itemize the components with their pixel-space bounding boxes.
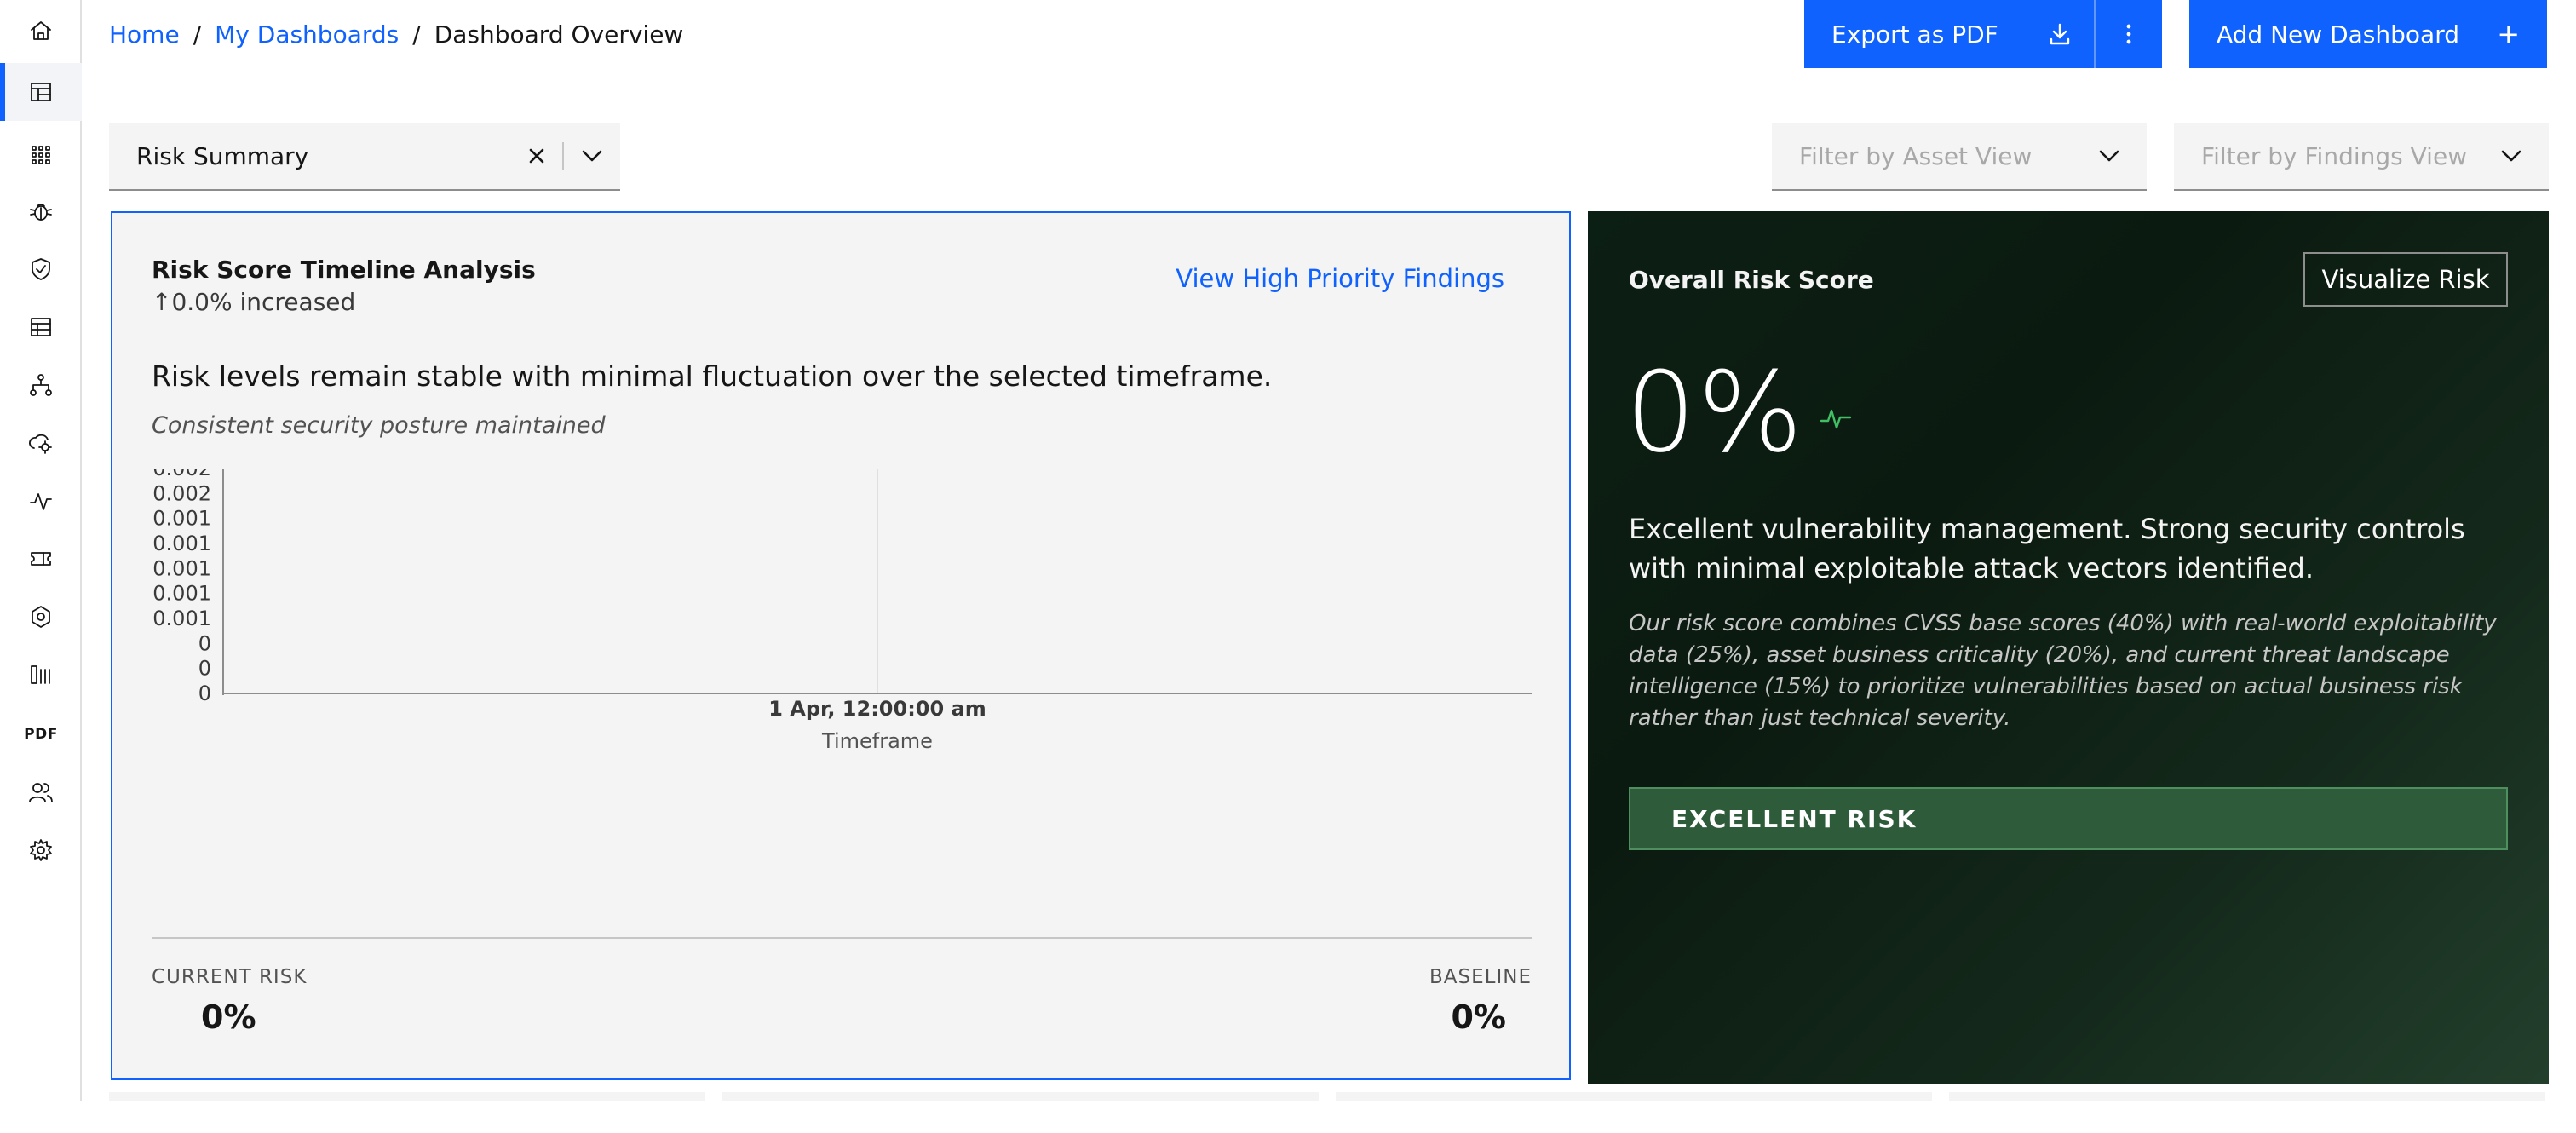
visualize-risk-button[interactable]: Visualize Risk bbox=[2303, 252, 2508, 307]
y-tick-label: 0.001 bbox=[152, 532, 211, 555]
add-new-dashboard-button[interactable]: Add New Dashboard + bbox=[2189, 0, 2547, 68]
risk-timeline-card: Risk Score Timeline Analysis ↑0.0% incre… bbox=[111, 211, 1571, 1080]
cloud-settings-icon bbox=[29, 434, 52, 454]
overall-risk-card: Overall Risk Score Visualize Risk 0% Exc… bbox=[1588, 211, 2549, 1084]
y-tick-label: 0.001 bbox=[152, 556, 211, 580]
report-bars-icon bbox=[31, 665, 50, 684]
sidebar-item-home[interactable] bbox=[0, 2, 82, 60]
y-tick-label: 0.002 bbox=[152, 469, 211, 480]
close-icon bbox=[529, 148, 544, 164]
y-tick-label: 0.001 bbox=[152, 582, 211, 606]
bug-icon bbox=[30, 204, 52, 221]
next-card-edge bbox=[109, 1092, 705, 1101]
sidebar-item-apps[interactable] bbox=[0, 126, 82, 184]
breadcrumb-current: Dashboard Overview bbox=[434, 20, 684, 49]
export-options-button[interactable] bbox=[2094, 0, 2162, 68]
breadcrumb-separator: / bbox=[193, 20, 202, 49]
baseline-label: BASELINE bbox=[1429, 966, 1532, 988]
add-new-dashboard-label: Add New Dashboard bbox=[2217, 20, 2459, 49]
y-tick-label: 0 bbox=[198, 631, 211, 655]
view-high-priority-findings-link[interactable]: View High Priority Findings bbox=[1176, 264, 1504, 293]
x-tick-label: 1 Apr, 12:00:00 am bbox=[768, 697, 986, 721]
apps-grid-icon bbox=[32, 146, 50, 164]
chevron-down-icon bbox=[2099, 150, 2119, 162]
settings-icon bbox=[30, 839, 52, 861]
card-description: Risk levels remain stable with minimal f… bbox=[152, 359, 1273, 393]
network-tree-icon bbox=[30, 374, 52, 396]
card-title: Risk Score Timeline Analysis bbox=[152, 256, 536, 284]
next-card-edge bbox=[722, 1092, 1319, 1101]
sidebar: PDF bbox=[0, 0, 82, 1101]
users-icon bbox=[29, 783, 53, 802]
card-divider bbox=[152, 937, 1532, 939]
sidebar-item-topology[interactable] bbox=[0, 356, 82, 414]
export-pdf-label: Export as PDF bbox=[1831, 20, 1998, 49]
target-icon bbox=[32, 606, 50, 628]
y-tick-label: 0.002 bbox=[152, 481, 211, 505]
add-icon: + bbox=[2497, 18, 2520, 50]
overflow-menu-icon bbox=[2126, 24, 2131, 44]
card-subtitle: Consistent security posture maintained bbox=[152, 412, 606, 439]
sidebar-item-users[interactable] bbox=[0, 763, 82, 821]
export-pdf-button[interactable]: Export as PDF bbox=[1804, 0, 2094, 68]
trend-sparkline-icon bbox=[1820, 409, 1852, 429]
sidebar-item-vulnerabilities[interactable] bbox=[0, 182, 82, 240]
breadcrumb-separator: / bbox=[412, 20, 421, 49]
table-icon bbox=[31, 318, 51, 336]
sidebar-item-automation[interactable] bbox=[0, 414, 82, 472]
next-card-edge bbox=[1949, 1092, 2545, 1101]
sidebar-item-pdf[interactable]: PDF bbox=[0, 705, 82, 763]
download-icon bbox=[2026, 0, 2094, 68]
pdf-icon: PDF bbox=[24, 726, 58, 743]
risk-delta: ↑0.0% increased bbox=[152, 288, 356, 316]
risk-description: Excellent vulnerability management. Stro… bbox=[1629, 513, 2465, 584]
home-icon bbox=[31, 21, 51, 40]
baseline-value: 0% bbox=[1451, 998, 1506, 1036]
risk-card-title: Overall Risk Score bbox=[1629, 266, 1874, 294]
y-tick-label: 0 bbox=[198, 682, 211, 705]
sidebar-item-tickets[interactable] bbox=[0, 530, 82, 588]
risk-timeline-chart: 0.0020.0020.0010.0010.0010.0010.001000 1… bbox=[152, 469, 1532, 753]
risk-methodology-note: Our risk score combines CVSS base scores… bbox=[1629, 611, 2497, 731]
y-tick-label: 0.001 bbox=[152, 607, 211, 630]
asset-view-filter[interactable]: Filter by Asset View bbox=[1772, 123, 2147, 191]
asset-view-placeholder: Filter by Asset View bbox=[1799, 141, 2033, 170]
clear-selection-button[interactable] bbox=[511, 122, 562, 190]
sidebar-item-activity[interactable] bbox=[0, 472, 82, 530]
chevron-down-icon bbox=[582, 150, 602, 162]
shield-check-icon bbox=[32, 258, 50, 280]
y-tick-label: 0 bbox=[198, 657, 211, 681]
dashboard-icon bbox=[31, 83, 51, 101]
y-tick-label: 0.001 bbox=[152, 507, 211, 531]
breadcrumb: Home / My Dashboards / Dashboard Overvie… bbox=[109, 17, 683, 51]
findings-view-placeholder: Filter by Findings View bbox=[2201, 141, 2468, 170]
sidebar-item-assets[interactable] bbox=[0, 298, 82, 356]
x-axis-label: Timeframe bbox=[821, 729, 933, 753]
chevron-down-icon bbox=[2501, 150, 2521, 162]
dashboard-select[interactable]: Risk Summary bbox=[109, 123, 620, 191]
sidebar-item-settings[interactable] bbox=[0, 821, 82, 879]
sidebar-item-compliance[interactable] bbox=[0, 240, 82, 298]
sidebar-item-threats[interactable] bbox=[0, 588, 82, 646]
dashboard-select-toggle[interactable] bbox=[564, 122, 620, 190]
sidebar-item-reports[interactable] bbox=[0, 646, 82, 704]
current-risk-value: 0% bbox=[201, 998, 256, 1036]
breadcrumb-home-link[interactable]: Home bbox=[109, 20, 180, 49]
current-risk-label: CURRENT RISK bbox=[152, 966, 308, 988]
findings-view-filter[interactable]: Filter by Findings View bbox=[2174, 123, 2549, 191]
dashboard-select-value: Risk Summary bbox=[136, 141, 309, 170]
risk-rating-badge: EXCELLENT RISK bbox=[1629, 787, 2508, 850]
activity-icon bbox=[30, 493, 52, 510]
overall-risk-score: 0% bbox=[1625, 348, 1805, 477]
ticket-icon bbox=[31, 552, 51, 566]
next-card-edge bbox=[1336, 1092, 1932, 1101]
breadcrumb-dashboards-link[interactable]: My Dashboards bbox=[215, 20, 399, 49]
sidebar-item-dashboards[interactable] bbox=[0, 63, 82, 121]
